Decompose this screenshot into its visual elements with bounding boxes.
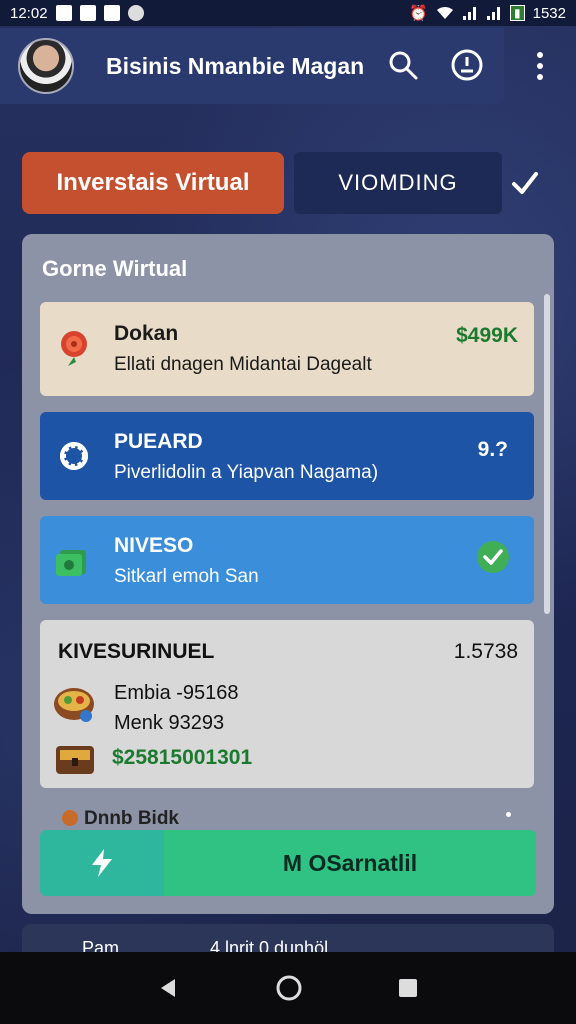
list-item[interactable]: PUEARD Piverlidolin a Yiapvan Nagama) 9.…	[40, 412, 534, 500]
panel-title: Gorne Wirtual	[42, 256, 188, 281]
navigation-bar	[0, 952, 576, 1024]
back-icon[interactable]	[157, 976, 181, 1000]
item-subtitle: Sitkarl emoh San	[114, 566, 259, 587]
wifi-icon	[437, 6, 454, 19]
signal-icon	[463, 7, 477, 20]
item-value: $499K	[456, 324, 518, 347]
food-bowl-icon	[54, 688, 94, 722]
scrollbar[interactable]	[544, 294, 550, 614]
list-item-peek[interactable]: Dnnb Bidk	[84, 808, 179, 830]
tab-investasi-virtual[interactable]: Inverstais Virtual	[22, 152, 284, 214]
item-value: 9.?	[477, 438, 508, 461]
alarm-icon: ⏰	[409, 5, 429, 22]
signal-icon	[487, 7, 501, 20]
list-item[interactable]: NIVESO Sitkarl emoh San	[40, 516, 534, 604]
search-icon[interactable]	[386, 48, 420, 82]
gear-icon	[60, 442, 88, 470]
item-subtitle: Piverlidolin a Yiapvan Nagama)	[114, 462, 379, 483]
game-panel: Gorne Wirtual Dokan Ellati dnagen Midant…	[22, 234, 554, 914]
money-icon	[56, 550, 86, 576]
status-time: 12:02	[10, 4, 48, 22]
sync-icon	[127, 5, 144, 21]
app-bar: Bisinis Nmanbie Magan	[0, 28, 504, 104]
action-button-label: M OSarnatlil	[164, 830, 536, 896]
home-icon[interactable]	[275, 974, 303, 1002]
app-title: Bisinis Nmanbie Magan	[106, 52, 365, 79]
more-options-icon[interactable]	[528, 48, 552, 84]
battery-icon: ▮	[510, 5, 525, 21]
item-title: Dokan	[114, 322, 179, 345]
avatar[interactable]	[18, 38, 74, 94]
item-title: NIVESO	[114, 534, 194, 557]
summary-title: KIVESURINUEL	[58, 640, 215, 663]
check-icon[interactable]	[508, 166, 542, 200]
notification-icon	[55, 5, 72, 21]
item-icon	[62, 810, 78, 826]
summary-value: 1.5738	[453, 640, 518, 663]
clock-icon[interactable]	[450, 48, 484, 82]
summary-amount: $25815001301	[112, 746, 253, 769]
notification-icon	[103, 5, 120, 21]
checkmark-badge-icon	[477, 541, 509, 573]
recents-icon[interactable]	[397, 977, 419, 999]
summary-card[interactable]: KIVESURINUEL 1.5738 Embia -95168 Menk 93…	[40, 620, 534, 788]
list-item[interactable]: Dokan Ellati dnagen Midantai Dagealt $49…	[40, 302, 534, 396]
item-subtitle: Ellati dnagen Midantai Dagealt	[114, 354, 372, 375]
more-options-icon[interactable]	[506, 812, 511, 817]
summary-line-1: Embia -95168	[114, 682, 239, 704]
rose-icon	[61, 331, 87, 366]
status-bar: 12:02 ⏰ ▮ 1532	[0, 0, 576, 26]
notification-icon	[79, 5, 96, 21]
action-button[interactable]: M OSarnatlil	[40, 830, 536, 896]
chest-icon	[56, 746, 94, 774]
lightning-icon	[40, 830, 164, 896]
tab-viomding[interactable]: VIOMDING	[294, 152, 502, 214]
summary-line-2: Menk 93293	[114, 712, 225, 734]
item-title: PUEARD	[114, 430, 203, 453]
battery-level: 1532	[532, 4, 566, 22]
